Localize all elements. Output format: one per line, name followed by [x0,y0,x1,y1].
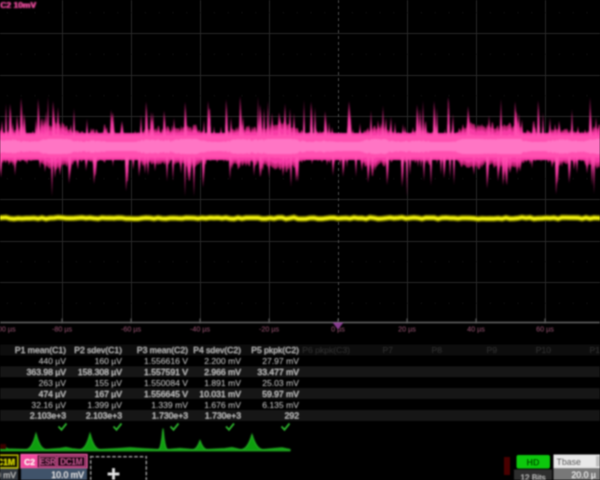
svg-text:P5 pkpk(C2): P5 pkpk(C2) [251,345,299,355]
svg-text:P9: P9 [486,345,497,355]
svg-text:10.0 mV: 10.0 mV [51,470,84,480]
svg-text:32.16 µV: 32.16 µV [31,400,66,410]
svg-text:59.97 mV: 59.97 mV [262,389,299,399]
svg-text:167 µV: 167 µV [95,389,123,399]
svg-text:474 µV: 474 µV [39,389,67,399]
svg-text:P7: P7 [382,345,393,355]
svg-text:P8: P8 [431,345,442,355]
svg-text:1.891 mV: 1.891 mV [204,378,241,388]
svg-text:2.200 mV: 2.200 mV [204,356,241,366]
svg-text:1.556645 V: 1.556645 V [144,389,188,399]
svg-text:292: 292 [285,411,300,421]
svg-text:Tbase: Tbase [557,457,582,467]
svg-text:C2: C2 [24,457,35,467]
svg-text:1.550084 V: 1.550084 V [144,378,188,388]
svg-text:10.031 mV: 10.031 mV [199,389,241,399]
svg-text:P1 mean(C1): P1 mean(C1) [15,345,66,355]
svg-text:60 µs: 60 µs [536,325,554,334]
svg-text:P6 pkpk(C3): P6 pkpk(C3) [302,345,350,355]
svg-text:-80 µs: -80 µs [52,325,73,334]
svg-text:P1: P1 [589,345,600,355]
svg-text:HD: HD [527,457,540,467]
svg-text:2.103e+3: 2.103e+3 [30,411,66,421]
svg-text:1.339 mV: 1.339 mV [151,400,188,410]
svg-text:P4 sdev(C2): P4 sdev(C2) [193,345,241,355]
svg-text:-40 µs: -40 µs [190,325,211,334]
svg-text:1.556616 V: 1.556616 V [144,356,188,366]
svg-text:P3 mean(C2): P3 mean(C2) [137,345,188,355]
svg-text:6.135 mV: 6.135 mV [262,400,299,410]
svg-text:1.730e+3: 1.730e+3 [152,411,188,421]
svg-text:-60 µs: -60 µs [121,325,142,334]
svg-text:20 µs: 20 µs [398,325,416,334]
svg-text:-100 µs: -100 µs [0,325,16,334]
svg-text:DC1M: DC1M [60,458,82,467]
svg-text:158.308 µV: 158.308 µV [78,367,122,377]
svg-text:P2 sdev(C1): P2 sdev(C1) [74,345,122,355]
svg-text:440 µV: 440 µV [39,356,67,366]
svg-text:33.477 mV: 33.477 mV [257,367,299,377]
svg-text:1.730e+3: 1.730e+3 [205,411,241,421]
svg-text:25.03 mV: 25.03 mV [262,378,299,388]
svg-text:40 µs: 40 µs [467,325,485,334]
svg-text:1.676 mV: 1.676 mV [204,400,241,410]
svg-text:27.97 mV: 27.97 mV [262,356,299,366]
svg-text:160 µV: 160 µV [95,356,123,366]
svg-text:20.0 µ: 20.0 µ [571,470,596,480]
svg-text:DC1M: DC1M [0,457,15,467]
svg-text:155 µV: 155 µV [95,378,123,388]
svg-text:2.966 mV: 2.966 mV [204,367,241,377]
svg-text:ESR: ESR [40,458,56,467]
svg-text:-20 µs: -20 µs [259,325,280,334]
svg-text:363.98 µV: 363.98 µV [27,367,67,377]
svg-text:263 µV: 263 µV [39,378,67,388]
svg-text:1.399 µV: 1.399 µV [87,400,122,410]
svg-text:2.103e+3: 2.103e+3 [86,411,122,421]
svg-text:1.557591 V: 1.557591 V [144,367,188,377]
svg-text:0 mV: 0 mV [0,470,16,480]
svg-text:P10: P10 [536,345,552,355]
svg-text:12 Bits: 12 Bits [520,472,545,480]
svg-text:C2 10mV: C2 10mV [1,0,37,10]
